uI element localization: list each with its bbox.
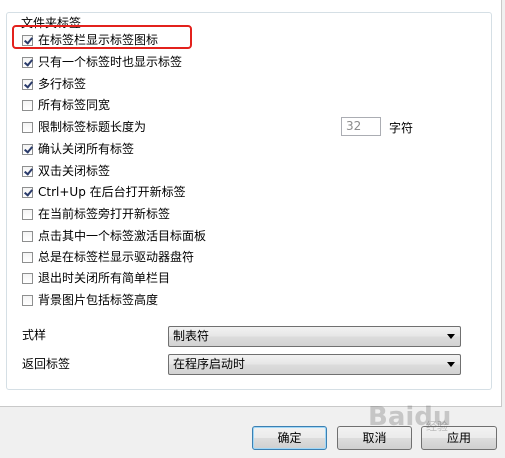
style-select[interactable]: 制表符 <box>168 326 461 347</box>
option-label: 只有一个标签时也显示标签 <box>38 55 183 69</box>
option-ctrl-up-background[interactable]: Ctrl+Up 在后台打开新标签 <box>22 184 186 200</box>
watermark-sub: 经验 <box>426 420 448 433</box>
checkbox[interactable] <box>22 294 33 306</box>
option-equal-width[interactable]: 所有标签同宽 <box>22 97 110 113</box>
checkbox[interactable] <box>22 78 33 90</box>
ok-button[interactable]: 确定 <box>252 426 327 450</box>
checkbox[interactable] <box>22 186 33 198</box>
checkbox[interactable] <box>22 121 33 133</box>
checkbox[interactable] <box>22 208 33 220</box>
option-close-simple-bars[interactable]: 退出时关闭所有简单栏目 <box>22 270 170 286</box>
style-select-value: 制表符 <box>173 329 210 343</box>
option-label: 确认关闭所有标签 <box>38 142 135 156</box>
option-label: 点击其中一个标签激活目标面板 <box>38 229 207 243</box>
option-open-next-to-current[interactable]: 在当前标签旁打开新标签 <box>22 206 170 222</box>
return-tab-select-value: 在程序启动时 <box>173 357 246 371</box>
checkbox[interactable] <box>22 251 33 263</box>
return-tab-label: 返回标签 <box>22 357 71 371</box>
checkbox[interactable] <box>22 165 33 177</box>
settings-panel: 文件夹标签 在标签栏显示标签图标 只有一个标签时也显示标签 多行标签 所有标签同… <box>0 0 502 407</box>
option-label: 双击关闭标签 <box>38 164 111 178</box>
checkbox[interactable] <box>22 230 33 242</box>
title-length-unit: 字符 <box>389 121 414 135</box>
option-label: 多行标签 <box>38 77 87 91</box>
option-show-single-tab[interactable]: 只有一个标签时也显示标签 <box>22 54 182 70</box>
option-activate-target-panel[interactable]: 点击其中一个标签激活目标面板 <box>22 228 206 244</box>
option-show-tab-icons[interactable]: 在标签栏显示标签图标 <box>22 32 158 48</box>
option-label: Ctrl+Up 在后台打开新标签 <box>38 185 186 199</box>
option-label: 退出时关闭所有简单栏目 <box>38 271 171 285</box>
option-label: 总是在标签栏显示驱动器盘符 <box>38 250 195 264</box>
checkbox[interactable] <box>22 56 33 68</box>
checkbox[interactable] <box>22 272 33 284</box>
option-multiline-tabs[interactable]: 多行标签 <box>22 76 86 92</box>
return-tab-select[interactable]: 在程序启动时 <box>168 354 461 375</box>
option-label: 在标签栏显示标签图标 <box>38 33 159 47</box>
option-label: 所有标签同宽 <box>38 98 111 112</box>
option-background-include-tab-height[interactable]: 背景图片包括标签高度 <box>22 292 158 308</box>
chevron-down-icon <box>447 362 455 367</box>
style-label: 式样 <box>22 328 47 342</box>
checkbox[interactable] <box>22 143 33 155</box>
option-confirm-close-all[interactable]: 确认关闭所有标签 <box>22 141 134 157</box>
option-show-drive-letters[interactable]: 总是在标签栏显示驱动器盘符 <box>22 249 194 265</box>
option-label: 在当前标签旁打开新标签 <box>38 207 171 221</box>
option-label: 限制标签标题长度为 <box>38 120 147 134</box>
checkbox[interactable] <box>22 99 33 111</box>
title-length-input[interactable]: 32 <box>341 117 381 136</box>
option-label: 背景图片包括标签高度 <box>38 293 159 307</box>
option-double-click-close[interactable]: 双击关闭标签 <box>22 163 110 179</box>
chevron-down-icon <box>447 334 455 339</box>
option-limit-title-length[interactable]: 限制标签标题长度为 <box>22 119 146 135</box>
checkbox[interactable] <box>22 34 33 46</box>
